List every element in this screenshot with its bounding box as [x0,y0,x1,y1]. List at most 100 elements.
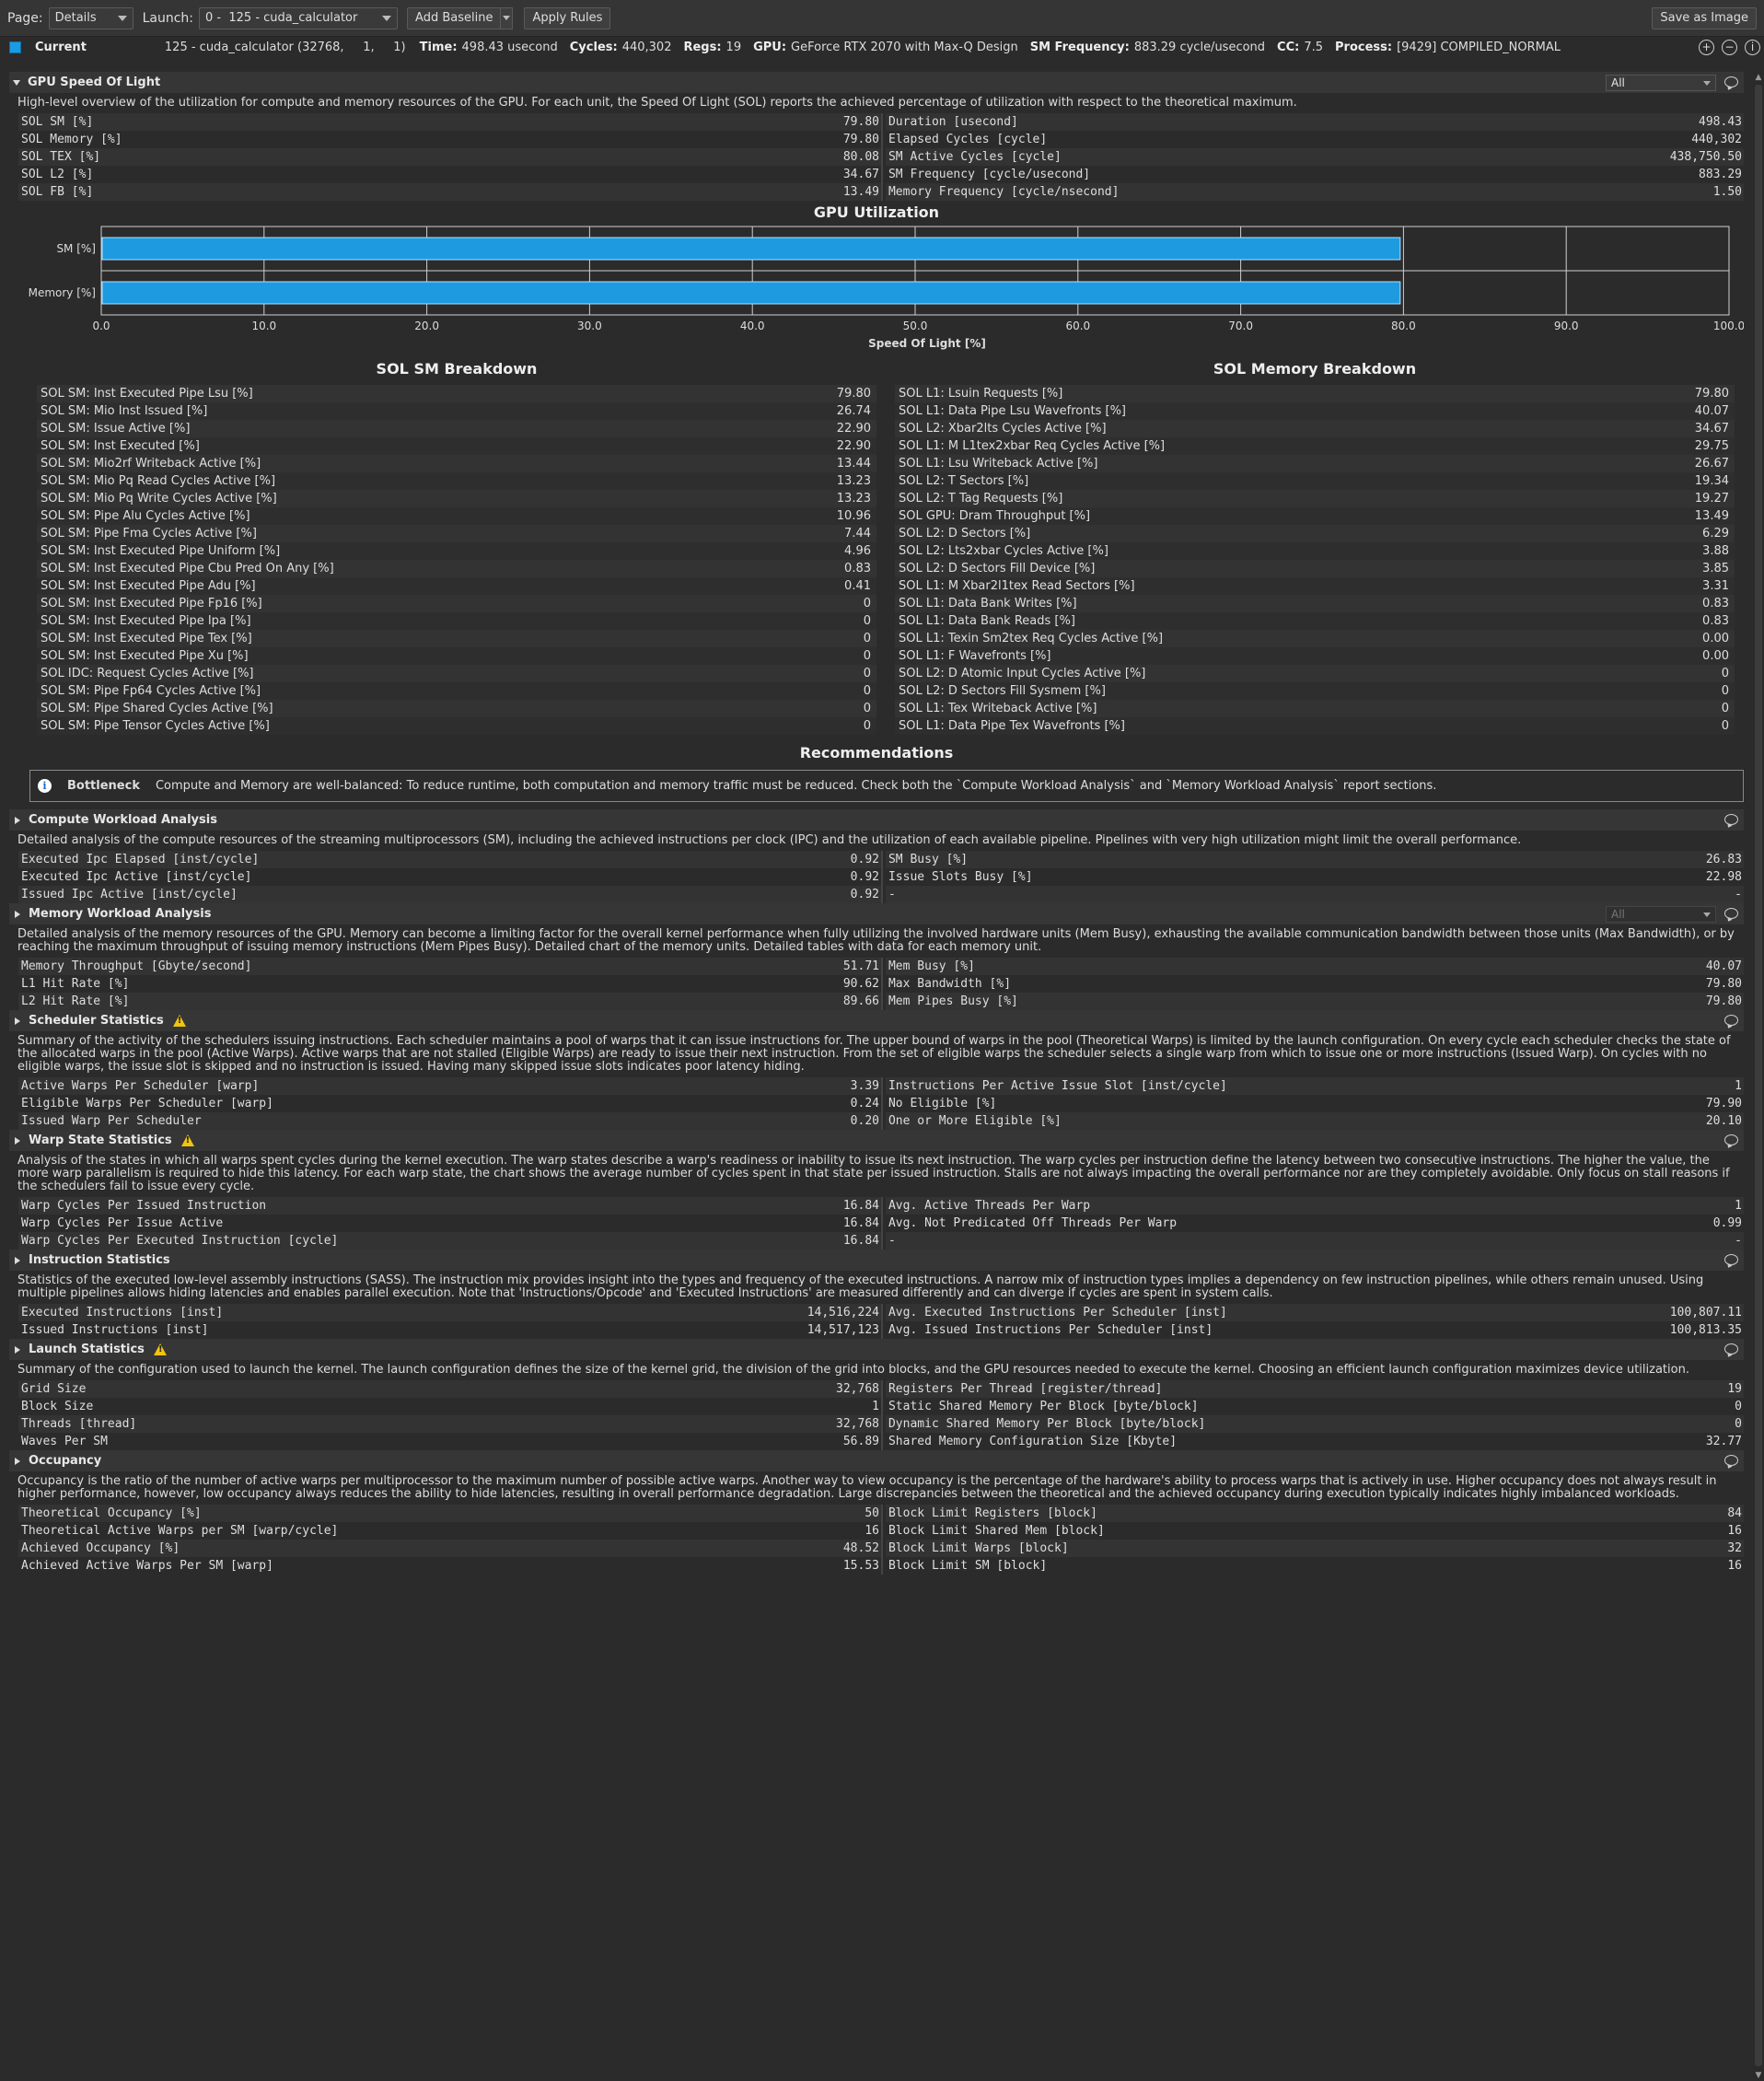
comment-icon[interactable] [1724,814,1738,825]
apply-rules-button[interactable]: Apply Rules [524,6,611,29]
expand-arrow-icon[interactable] [15,1345,20,1354]
x-tick-label: 70.0 [1228,320,1253,332]
section-header-memory[interactable]: Memory Workload Analysis All [9,903,1744,924]
section-header-scheduler[interactable]: Scheduler Statistics [9,1010,1744,1031]
section-header-compute[interactable]: Compute Workload Analysis [9,809,1744,831]
breakdown-metric-name: SOL SM: Mio Inst Issued [%] [41,404,208,418]
chevron-down-icon [503,16,511,20]
comment-icon[interactable] [1724,908,1738,919]
metric-row: Block Limit Warps [block] 32 [885,1540,1744,1557]
breakdown-metric-value: 10.96 [836,509,871,523]
section-header-occupancy[interactable]: Occupancy [9,1450,1744,1471]
expand-arrow-icon[interactable] [15,1457,20,1465]
add-baseline-menu-button[interactable] [500,6,514,29]
y-category-label: Memory [%] [29,286,96,299]
section-header-instruction[interactable]: Instruction Statistics [9,1250,1744,1271]
metric-row: Avg. Executed Instructions Per Scheduler… [885,1304,1744,1321]
metrics-right-column: Block Limit Registers [block] 84 Block Lim… [880,1505,1744,1575]
expand-arrow-icon[interactable] [15,910,20,918]
breakdown-metric-name: SOL GPU: Dram Throughput [%] [899,509,1091,523]
page-select[interactable]: Details [48,6,133,29]
result-color-swatch[interactable] [9,41,21,53]
metric-row: Executed Ipc Elapsed [inst/cycle] 0.92 [18,851,881,868]
section-description: Detailed analysis of the memory resource… [17,927,1735,954]
result-item-label: Process: [1335,40,1393,54]
breakdown-metric-value: 0 [1721,684,1729,698]
comment-icon[interactable] [1724,1015,1738,1026]
collapse-arrow-icon[interactable] [13,79,20,86]
metrics-right-column: Instructions Per Active Issue Slot [inst… [880,1077,1744,1130]
scroll-up-icon[interactable]: ▲ [1754,72,1763,83]
expand-arrow-icon[interactable] [15,816,20,824]
metric-name: Executed Ipc Active [inst/cycle] [21,870,252,884]
metric-row: Avg. Issued Instructions Per Scheduler [… [885,1321,1744,1339]
section-metrics-table: Memory Throughput [Gbyte/second] 51.71 L1 … [9,958,1744,1010]
section-title: Occupancy [29,1454,102,1468]
comment-icon[interactable] [1724,1455,1738,1466]
breakdown-row: SOL L2: T Tag Requests [%] 19.27 [895,490,1735,507]
breakdown-metric-name: SOL SM: Inst Executed Pipe Adu [%] [41,579,256,593]
page-select-value: Details [54,11,97,25]
metric-row: Threads [thread] 32,768 [18,1415,881,1433]
save-as-image-button[interactable]: Save as Image [1652,6,1757,29]
breakdown-row: SOL L1: Lsuin Requests [%] 79.80 [895,385,1735,402]
metrics-left-column: Theoretical Occupancy [%] 50 Theoretical A… [18,1505,881,1575]
memory-breakdown-title: SOL Memory Breakdown [1213,360,1417,378]
metric-row: Issue Slots Busy [%] 22.98 [885,868,1744,886]
metric-row: Mem Busy [%] 40.07 [885,958,1744,975]
breakdown-metric-name: SOL L1: Data Bank Writes [%] [899,597,1077,610]
metric-value: 80.08 [842,150,879,164]
comment-icon[interactable] [1724,1134,1738,1145]
breakdown-metric-value: 3.88 [1702,544,1729,558]
scrollbar-thumb[interactable] [1755,85,1762,2066]
breakdown-metric-name: SOL L1: Tex Writeback Active [%] [899,702,1097,715]
x-tick-label: 20.0 [414,320,439,332]
section-filter-select[interactable]: All [1606,75,1716,91]
metric-value: 40.07 [1705,959,1742,973]
section-header-launch[interactable]: Launch Statistics [9,1339,1744,1360]
result-item-value: 883.29 cycle/usecond [1133,40,1266,54]
metric-value: 48.52 [842,1541,879,1555]
breakdown-metric-value: 0 [863,597,871,610]
metric-row: SM Busy [%] 26.83 [885,851,1744,868]
vertical-scrollbar[interactable]: ▲ ▼ [1753,72,1764,2081]
breakdown-row: SOL L2: Xbar2lts Cycles Active [%] 34.67 [895,420,1735,437]
breakdown-metric-name: SOL L2: D Sectors Fill Sysmem [%] [899,684,1106,698]
comment-icon[interactable] [1724,1254,1738,1265]
launch-select-value: 0 - 125 - cuda_calculator [205,11,358,25]
launch-select[interactable]: 0 - 125 - cuda_calculator [199,6,399,29]
metric-row: Executed Ipc Active [inst/cycle] 0.92 [18,868,881,886]
metric-value: 22.98 [1705,870,1742,884]
zoom-out-icon[interactable]: − [1722,39,1737,55]
add-baseline-button[interactable]: Add Baseline [407,6,502,29]
metric-name: Eligible Warps Per Scheduler [warp] [21,1097,273,1110]
metric-name: Theoretical Occupancy [%] [21,1506,202,1520]
breakdown-row: SOL SM: Pipe Tensor Cycles Active [%] 0 [37,717,876,735]
scroll-down-icon[interactable]: ▼ [1754,2070,1763,2081]
info-icon[interactable]: i [1745,39,1760,55]
metric-row: Theoretical Active Warps per SM [warp/cy… [18,1522,881,1540]
expand-arrow-icon[interactable] [15,1136,20,1145]
breakdown-row: SOL SM: Inst Executed Pipe Adu [%] 0.41 [37,577,876,595]
section-header-warp[interactable]: Warp State Statistics [9,1130,1744,1151]
breakdown-row: SOL L1: Data Pipe Lsu Wavefronts [%] 40.0… [895,402,1735,420]
metric-row: Mem Pipes Busy [%] 79.80 [885,993,1744,1010]
metric-value: 32.77 [1705,1435,1742,1448]
breakdown-metric-name: SOL SM: Pipe Fp64 Cycles Active [%] [41,684,261,698]
metric-row: Duration [usecond] 498.43 [885,113,1744,131]
expand-arrow-icon[interactable] [15,1017,20,1025]
comment-icon[interactable] [1724,1343,1738,1354]
metric-row: SOL FB [%] 13.49 [18,183,881,201]
breakdown-row: SOL L1: F Wavefronts [%] 0.00 [895,647,1735,665]
breakdown-metric-value: 0 [863,649,871,663]
expand-arrow-icon[interactable] [15,1256,20,1264]
breakdown-row: SOL L2: Lts2xbar Cycles Active [%] 3.88 [895,542,1735,560]
section-header-gpu-speed-of-light[interactable]: GPU Speed Of Light All [9,72,1744,93]
metric-value: 50 [865,1506,879,1520]
zoom-in-icon[interactable]: + [1699,39,1714,55]
details-page: GPU Speed Of Light All High-level overvi… [9,72,1744,2070]
comment-icon[interactable] [1724,76,1738,87]
gpu-utilization-chart: 0.0 10.0 20.0 30.0 40.0 50.0 60.0 70.0 80.0 90.0 1… [29,226,1744,350]
metric-value: 1.50 [1712,185,1742,199]
section-filter-select: All [1606,906,1716,923]
